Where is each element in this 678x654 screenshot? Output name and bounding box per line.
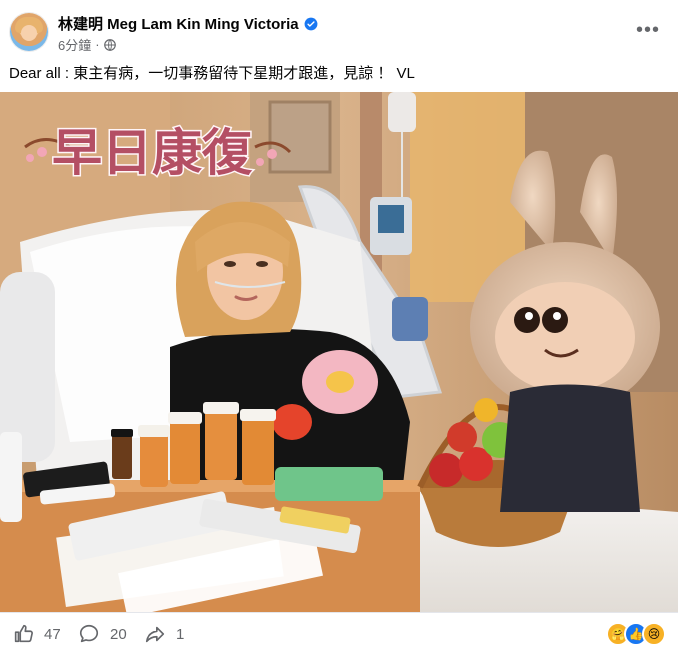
avatar-face xyxy=(21,25,37,41)
share-button[interactable]: 1 xyxy=(144,623,184,645)
comment-count: 20 xyxy=(110,625,127,643)
globe-icon[interactable] xyxy=(103,38,116,51)
like-count: 47 xyxy=(44,625,61,643)
post-meta: 6分鐘 · xyxy=(58,35,116,54)
share-icon xyxy=(145,626,165,643)
post-caption: Dear all : 東主有病，一切事務留待下星期才跟進，見諒 ！ VL xyxy=(9,65,415,82)
comment-icon xyxy=(79,624,99,643)
share-count: 1 xyxy=(176,625,185,643)
facebook-post: 林建明 Meg Lam Kin Ming Victoria 6分鐘 · ••• … xyxy=(0,0,678,654)
image-overlay-text: 早日康復 xyxy=(52,123,253,182)
hospital-photo: 早日康復 xyxy=(0,92,678,612)
post-actions: 47 20 1 🤗 👍 😢 xyxy=(0,612,678,654)
author-row: 林建明 Meg Lam Kin Ming Victoria xyxy=(58,13,318,34)
meta-separator: · xyxy=(95,37,100,52)
author-name[interactable]: 林建明 Meg Lam Kin Ming Victoria xyxy=(58,13,299,34)
post-header: 林建明 Meg Lam Kin Ming Victoria 6分鐘 · ••• xyxy=(0,0,678,60)
like-button[interactable]: 47 xyxy=(12,623,61,645)
more-options-icon[interactable]: ••• xyxy=(636,18,660,42)
verified-badge-icon xyxy=(304,17,318,30)
post-image[interactable]: 早日康復 xyxy=(0,92,678,612)
post-time[interactable]: 6分鐘 xyxy=(58,35,91,54)
like-thumb-icon xyxy=(14,624,33,643)
sad-reaction-icon: 😢 xyxy=(642,622,666,646)
comment-button[interactable]: 20 xyxy=(78,623,127,645)
reaction-summary[interactable]: 🤗 👍 😢 xyxy=(606,622,666,646)
avatar[interactable] xyxy=(10,13,48,51)
